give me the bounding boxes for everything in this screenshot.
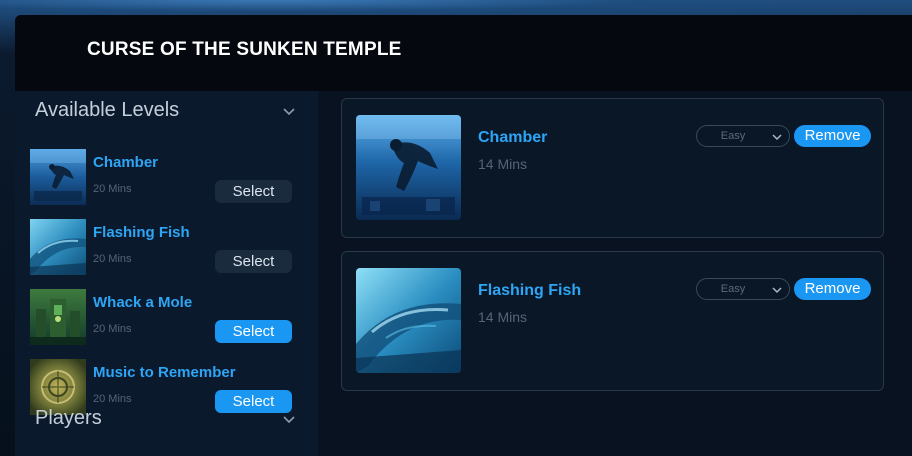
chevron-down-icon[interactable] bbox=[281, 411, 297, 427]
level-duration: 14 Mins bbox=[478, 309, 528, 325]
diver-thumbnail bbox=[356, 115, 461, 220]
players-label: Players bbox=[35, 407, 102, 429]
available-levels-label: Available Levels bbox=[35, 99, 180, 121]
chevron-down-icon bbox=[771, 284, 783, 296]
level-item-flashing-fish[interactable]: Flashing Fish 20 Mins Select bbox=[30, 219, 292, 275]
level-duration: 20 Mins bbox=[93, 323, 132, 335]
level-item-whack-a-mole[interactable]: Whack a Mole 20 Mins Select bbox=[30, 289, 292, 345]
players-header[interactable]: Players bbox=[35, 407, 297, 435]
diver-thumbnail bbox=[30, 149, 86, 205]
difficulty-value: Easy bbox=[720, 130, 746, 142]
level-name: Chamber bbox=[93, 154, 159, 171]
level-item-chamber[interactable]: Chamber 20 Mins Select bbox=[30, 149, 292, 205]
select-button[interactable]: Select bbox=[215, 180, 292, 203]
selected-level-card: Flashing Fish 14 Mins Easy Remove bbox=[341, 251, 884, 391]
difficulty-dropdown[interactable]: Easy bbox=[696, 278, 790, 300]
title-bar: CURSE OF THE SUNKEN TEMPLE bbox=[15, 15, 912, 91]
level-name: Chamber bbox=[478, 129, 548, 146]
selected-levels-panel: Chamber 14 Mins Easy Remove Flashing Fis… bbox=[318, 91, 912, 456]
selected-level-card: Chamber 14 Mins Easy Remove bbox=[341, 98, 884, 238]
level-duration: 20 Mins bbox=[93, 253, 132, 265]
fish-thumbnail bbox=[30, 219, 86, 275]
difficulty-dropdown[interactable]: Easy bbox=[696, 125, 790, 147]
chevron-down-icon[interactable] bbox=[281, 103, 297, 119]
difficulty-value: Easy bbox=[720, 283, 746, 295]
level-name: Music to Remember bbox=[93, 364, 236, 381]
select-button[interactable]: Select bbox=[215, 320, 292, 343]
level-duration: 20 Mins bbox=[93, 393, 132, 405]
fish-thumbnail bbox=[356, 268, 461, 373]
select-button[interactable]: Select bbox=[215, 250, 292, 273]
level-duration: 20 Mins bbox=[93, 183, 132, 195]
level-selection-window: CURSE OF THE SUNKEN TEMPLE Available Lev… bbox=[15, 15, 912, 456]
ruins-thumbnail bbox=[30, 289, 86, 345]
level-name: Flashing Fish bbox=[93, 224, 190, 241]
sidebar: Available Levels Chamber 20 Mins Select … bbox=[15, 91, 318, 456]
chevron-down-icon bbox=[771, 131, 783, 143]
page-title: CURSE OF THE SUNKEN TEMPLE bbox=[87, 39, 402, 60]
level-duration: 14 Mins bbox=[478, 156, 528, 172]
remove-button[interactable]: Remove bbox=[794, 125, 871, 147]
remove-button[interactable]: Remove bbox=[794, 278, 871, 300]
level-name: Whack a Mole bbox=[93, 294, 193, 311]
available-levels-header[interactable]: Available Levels bbox=[35, 99, 297, 127]
level-name: Flashing Fish bbox=[478, 282, 582, 299]
